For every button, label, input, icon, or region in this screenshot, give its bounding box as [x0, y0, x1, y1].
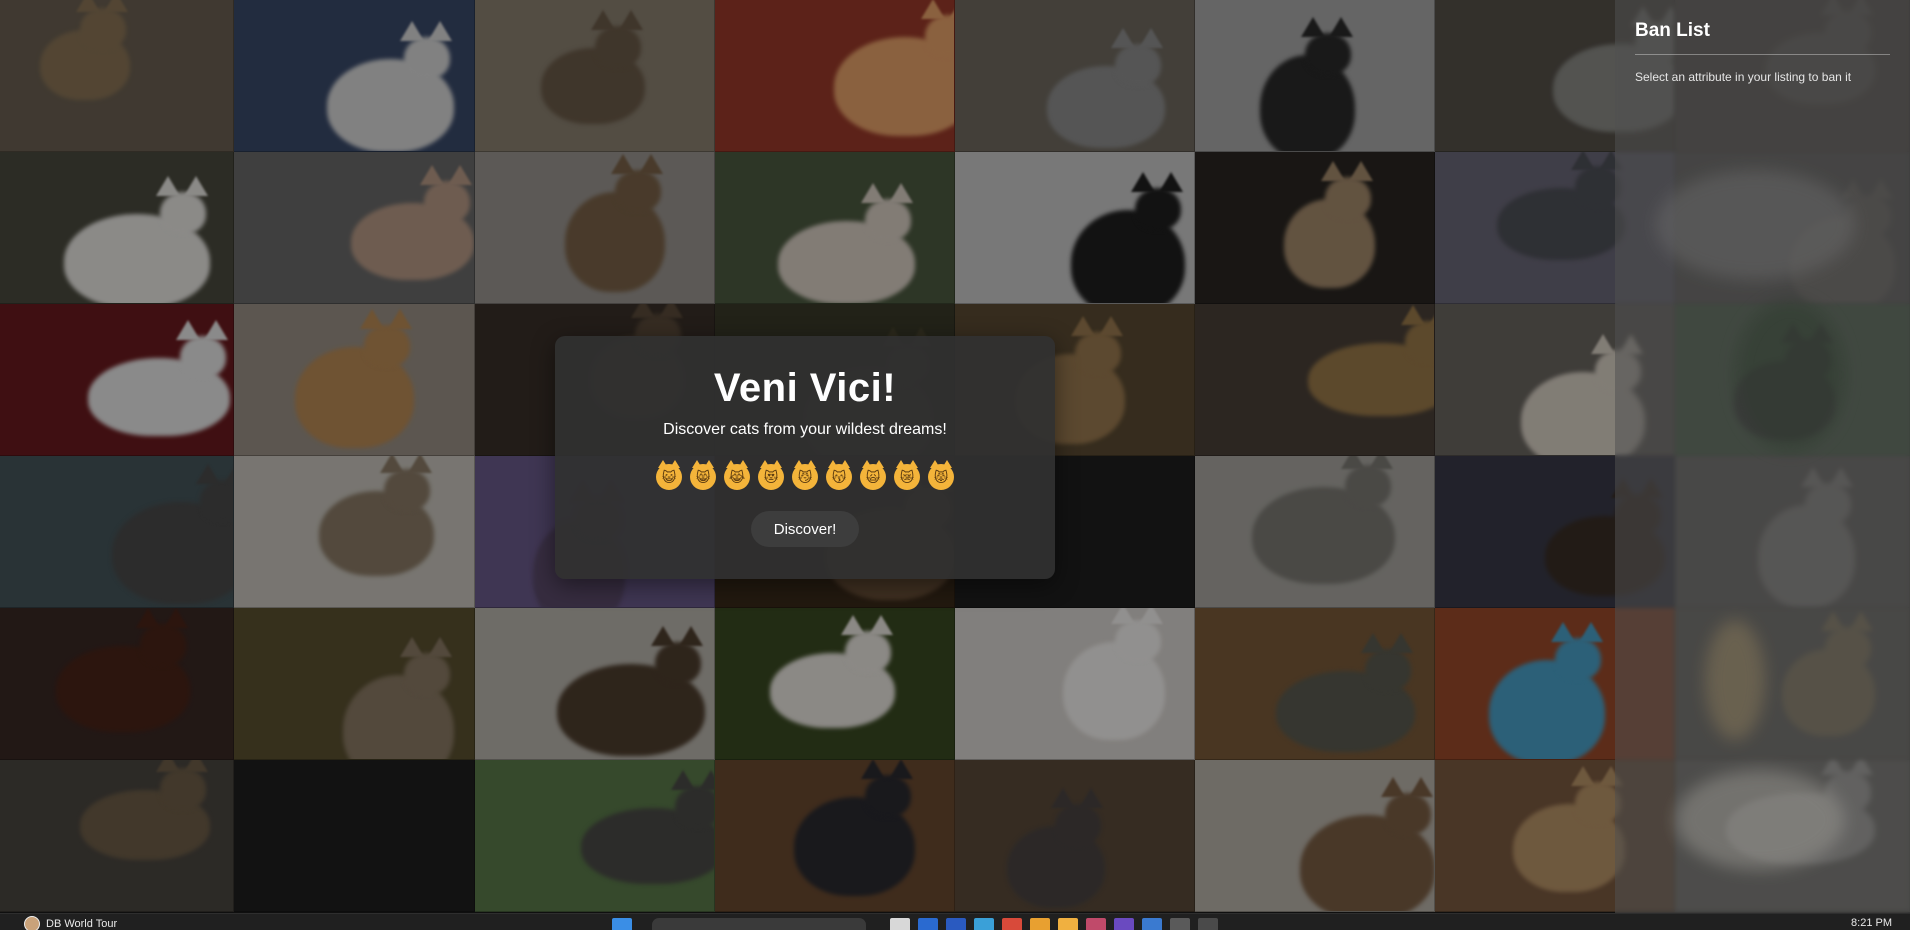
app-icon[interactable] [1086, 918, 1106, 930]
cat-emoji-row: 😺 😸 😹 😻 😼 😽 🙀 😿 😾 [555, 460, 1055, 490]
app-viewport: Ban List Select an attribute in your lis… [0, 0, 1910, 913]
folder-icon[interactable] [1030, 918, 1050, 930]
discover-button[interactable]: Discover! [751, 511, 859, 547]
cat-emoji-icon: 😻 [758, 460, 784, 490]
background-photo [1655, 170, 1855, 280]
cat-emoji-icon: 😺 [656, 460, 682, 490]
ban-list-divider [1635, 54, 1890, 55]
cat-emoji-icon: 😸 [690, 460, 716, 490]
cat-emoji-icon: 😼 [792, 460, 818, 490]
file-explorer-icon[interactable] [890, 918, 910, 930]
background-photo [1705, 620, 1765, 740]
app-subtitle: Discover cats from your wildest dreams! [663, 421, 947, 438]
app-title: Veni Vici! [713, 366, 897, 410]
notes-icon[interactable] [1058, 918, 1078, 930]
ban-list-panel: Ban List Select an attribute in your lis… [1615, 0, 1910, 913]
cat-emoji-icon: 😾 [928, 460, 954, 490]
cat-emoji-icon: 🙀 [860, 460, 886, 490]
ban-list-hint: Select an attribute in your listing to b… [1635, 70, 1852, 84]
taskbar-search-box[interactable] [652, 918, 866, 930]
terminal-icon[interactable] [1170, 918, 1190, 930]
store-icon[interactable] [918, 918, 938, 930]
discover-card: Veni Vici! Discover cats from your wilde… [555, 336, 1055, 579]
taskbar-app-label: DB World Tour [46, 918, 118, 930]
background-photo [1675, 770, 1845, 870]
taskbar-app-button[interactable]: DB World Tour [24, 916, 117, 930]
ban-list-title: Ban List [1635, 20, 1710, 41]
clock-time: 8:21 PM [1851, 917, 1892, 929]
code-editor-icon[interactable] [1142, 918, 1162, 930]
cat-emoji-icon: 😽 [826, 460, 852, 490]
active-window-icon[interactable] [1198, 918, 1218, 930]
background-photo [1735, 300, 1845, 450]
cat-emoji-icon: 😿 [894, 460, 920, 490]
windows-taskbar: DB World Tour 8:21 PM [0, 913, 1910, 930]
word-icon[interactable] [946, 918, 966, 930]
chrome-icon[interactable] [1002, 918, 1022, 930]
browser-icon[interactable] [974, 918, 994, 930]
app-icon[interactable] [1114, 918, 1134, 930]
start-menu-icon[interactable] [612, 918, 632, 930]
avatar [24, 916, 40, 930]
cat-emoji-icon: 😹 [724, 460, 750, 490]
